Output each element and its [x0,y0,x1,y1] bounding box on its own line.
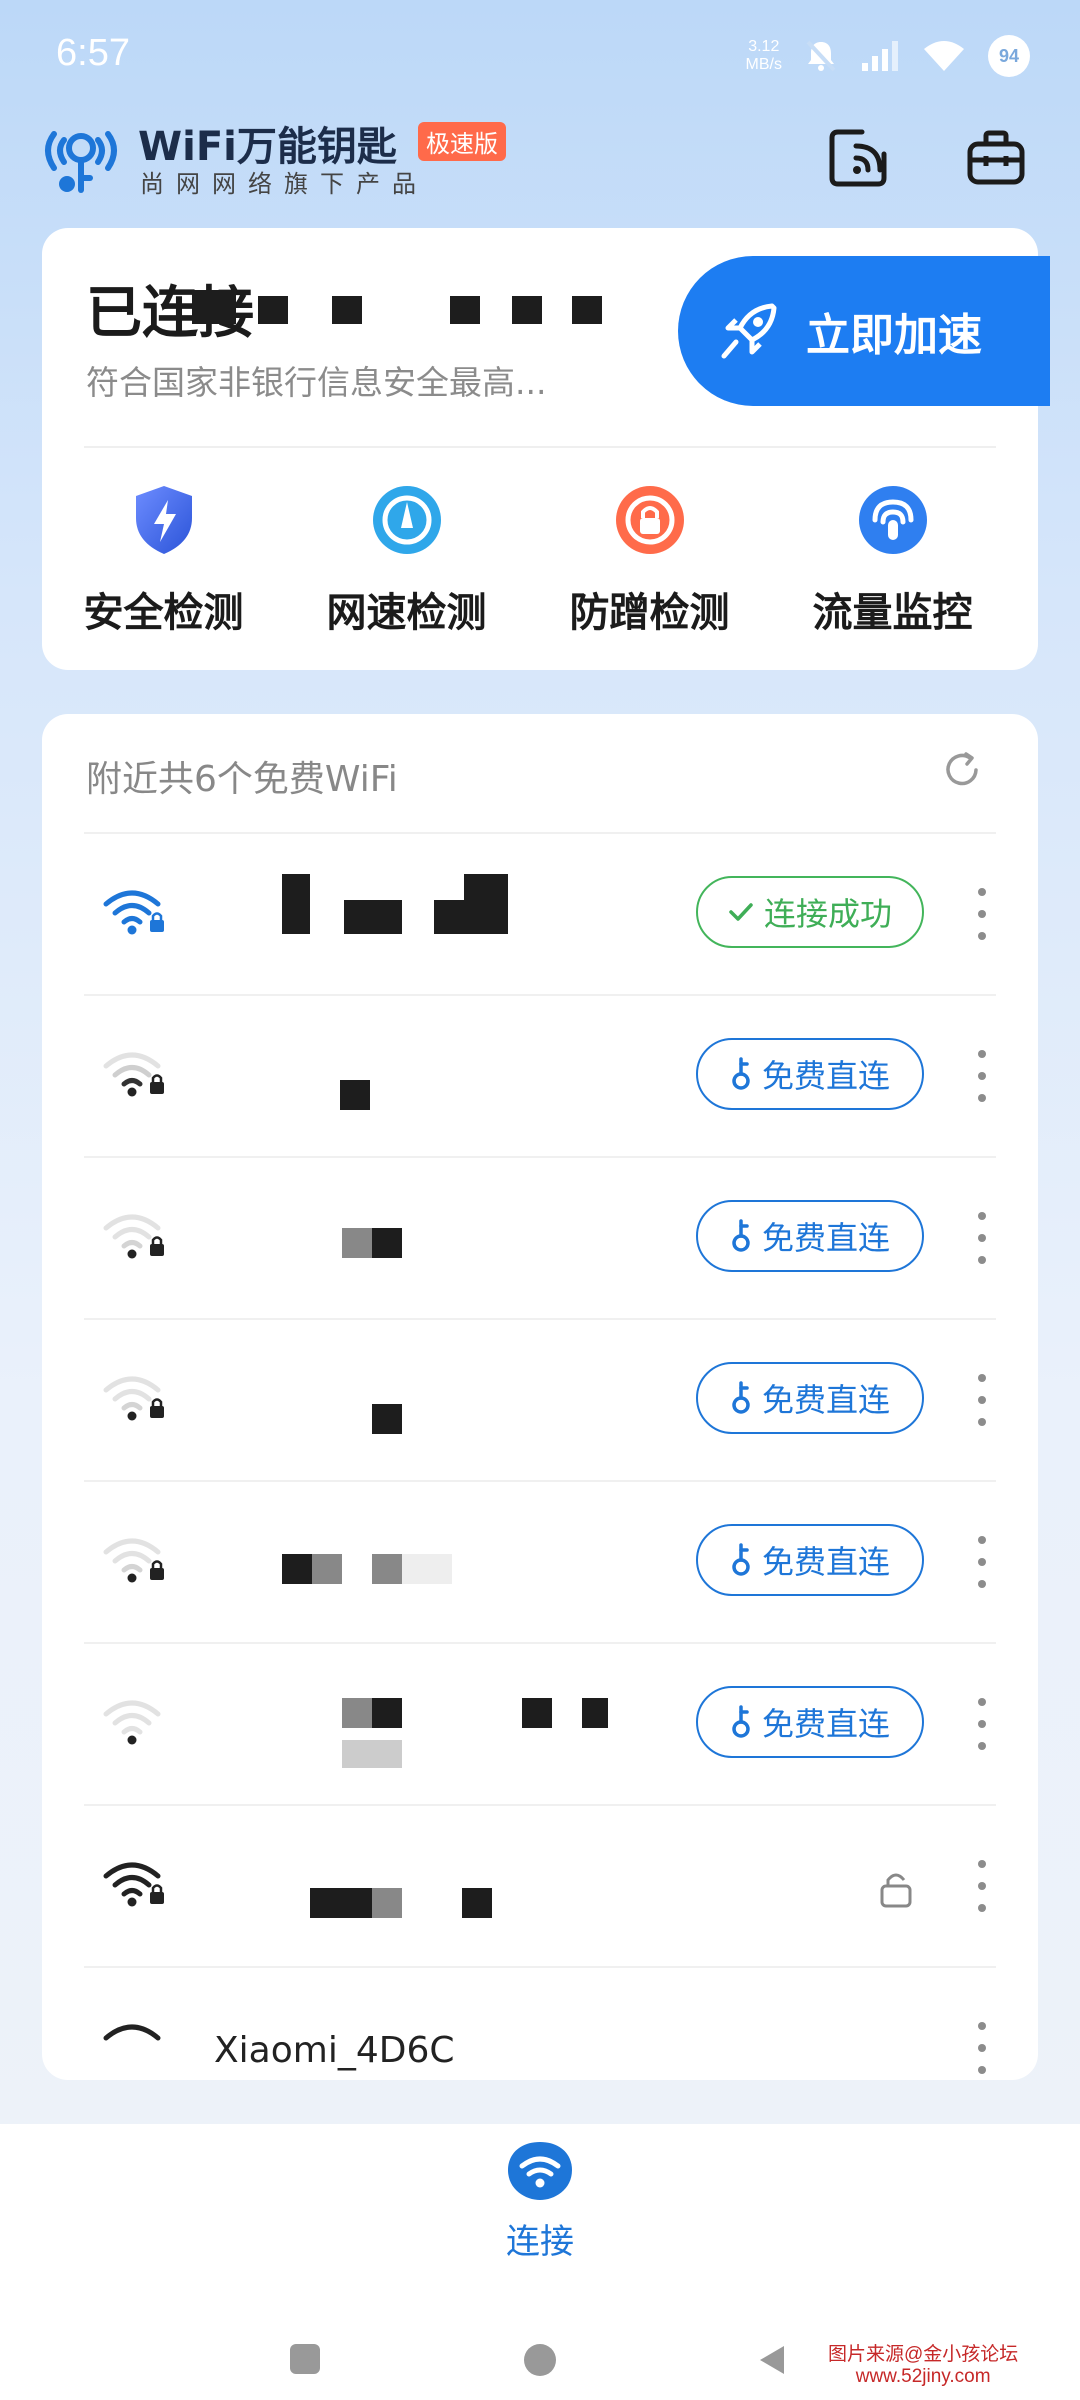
brand-subtitle: 尚网网络旗下产品 [140,170,428,198]
tool-label: 网速检测 [326,590,487,636]
signal-icon [862,41,898,71]
wifi-row[interactable] [84,1804,996,1966]
card-divider [84,446,996,448]
nearby-wifi-card: 附近共6个免费WiFi 连接成功 免费直连 免费直连 免费直连 免费直连 免费直… [42,714,1038,2080]
wifi-lock-icon [103,1700,161,1745]
boost-label: 立即加速 [806,310,982,361]
wifi-row[interactable]: Xiaomi_4D6C [84,1966,996,2080]
key-icon [732,1057,750,1090]
connected-card: 已连接 符合国家非银行信息安全最高... 立即加速 安全检测 网速检测 防蹭检测… [42,228,1050,670]
lock-icon [880,1873,912,1908]
app-header: WiFi万能钥匙 极速版 尚网网络旗下产品 [40,112,1040,202]
wifi-row[interactable]: 连接成功 [84,832,996,994]
more-options-icon[interactable] [970,1368,994,1432]
status-bar: 6:57 3.12 MB/s 94 [0,0,1080,110]
more-options-icon[interactable] [970,2016,994,2080]
tool-label: 流量监控 [812,590,973,636]
recent-apps-button[interactable] [290,2344,320,2374]
more-options-icon[interactable] [970,1692,994,1756]
wifi-lock-icon [103,1538,164,1583]
nearby-header: 附近共6个免费WiFi [86,759,398,800]
toolbox-icon [967,130,1025,185]
back-button[interactable] [758,2344,786,2380]
home-button[interactable] [524,2344,556,2376]
wifi-lock-icon [103,2024,161,2041]
traffic-monitor-icon [853,480,933,560]
rocket-icon [721,303,777,359]
bell-muted-icon [806,40,836,72]
wifi-lock-icon [103,1376,164,1421]
wifi-row[interactable]: 免费直连 [84,994,996,1156]
circle-icon [524,2344,556,2376]
wifi-lock-icon [103,890,164,935]
scan-wifi-icon [829,129,887,187]
toolbox-button[interactable] [956,118,1036,198]
anti-leech-icon [610,480,690,560]
brand-badge: 极速版 [418,122,506,161]
more-options-icon[interactable] [970,1854,994,1918]
free-connect-button[interactable]: 免费直连 [696,1362,924,1434]
status-icons: 3.12 MB/s 94 [746,30,1030,82]
watermark: 图片来源@金小孩论坛 www.52jiny.com [828,2344,1019,2387]
boost-button[interactable]: 立即加速 [678,256,1050,406]
wifi-tab-icon [508,2142,572,2200]
wifi-row[interactable]: 免费直连 [84,1480,996,1642]
more-options-icon[interactable] [970,882,994,946]
wifi-lock-icon [103,1052,164,1097]
square-icon [290,2344,320,2374]
wifi-status-icon [924,41,964,71]
wifi-lock-icon [103,1214,164,1259]
battery-indicator: 94 [988,35,1030,77]
wifi-row[interactable]: 免费直连 [84,1318,996,1480]
wifi-row[interactable]: 免费直连 [84,1642,996,1804]
more-options-icon[interactable] [970,1530,994,1594]
refresh-icon [946,752,978,786]
free-connect-button[interactable]: 免费直连 [696,1200,924,1272]
speedometer-icon [367,480,447,560]
wifi-row[interactable]: 免费直连 [84,1156,996,1318]
tool-anti-leech-check[interactable]: 防蹭检测 [528,480,771,660]
tool-security-check[interactable]: 安全检测 [42,480,285,660]
key-icon [732,1705,750,1738]
free-connect-button[interactable]: 免费直连 [696,1038,924,1110]
wifi-ssid: Xiaomi_4D6C [214,2030,455,2071]
key-icon [732,1219,750,1252]
nav-connect-label: 连接 [506,2222,574,2262]
check-icon [729,903,753,921]
tool-label: 安全检测 [83,590,244,636]
wifi-key-logo-icon [45,131,117,193]
free-connect-button[interactable]: 免费直连 [696,1524,924,1596]
free-connect-button[interactable]: 免费直连 [696,1686,924,1758]
scan-connect-button[interactable] [818,118,898,198]
network-speed: 3.12 MB/s [745,38,782,73]
connected-description: 符合国家非银行信息安全最高... [86,363,547,402]
refresh-button[interactable] [936,744,988,796]
more-options-icon[interactable] [970,1206,994,1270]
tool-label: 防蹭检测 [569,590,730,636]
status-time: 6:57 [56,32,130,74]
key-icon [732,1543,750,1576]
more-options-icon[interactable] [970,1044,994,1108]
wifi-lock-icon [103,1862,164,1907]
connected-status-button[interactable]: 连接成功 [696,876,924,948]
triangle-back-icon [760,2346,784,2374]
nav-connect-tab[interactable]: 连接 [480,2140,600,2280]
tool-grid: 安全检测 网速检测 防蹭检测 流量监控 [42,480,1038,660]
tool-traffic-monitor[interactable]: 流量监控 [771,480,1014,660]
wifi-list: 连接成功 免费直连 免费直连 免费直连 免费直连 免费直连 Xiaomi_4D6… [84,832,996,2080]
shield-icon [124,480,204,560]
key-icon [732,1381,750,1414]
tool-speed-test[interactable]: 网速检测 [285,480,528,660]
